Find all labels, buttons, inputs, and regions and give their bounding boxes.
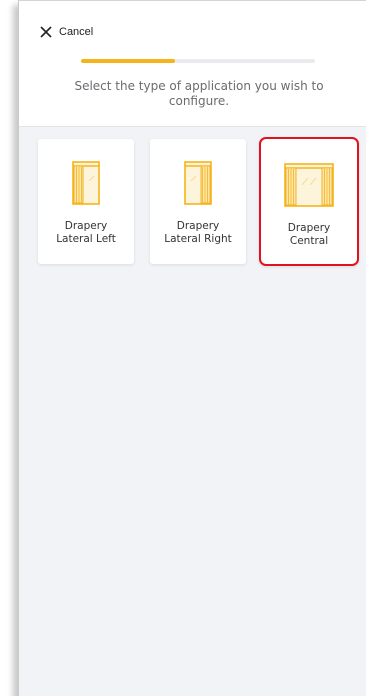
app-screen: Cancel Select the type of application yo…: [18, 0, 366, 696]
cancel-button[interactable]: Cancel: [40, 26, 93, 38]
option-drapery-central[interactable]: Drapery Central: [259, 137, 359, 266]
drapery-lateral-right-icon: [184, 161, 212, 205]
progress-fill: [81, 59, 175, 63]
option-label: Drapery Lateral Left: [56, 220, 116, 245]
option-drapery-lateral-left[interactable]: Drapery Lateral Left: [38, 139, 134, 264]
drapery-central-icon: [284, 163, 334, 207]
option-label: Drapery Central: [287, 222, 331, 247]
option-label: Drapery Lateral Right: [164, 220, 232, 245]
progress-bar: [81, 59, 315, 63]
drapery-lateral-left-icon: [72, 161, 100, 205]
option-drapery-lateral-right[interactable]: Drapery Lateral Right: [150, 139, 246, 264]
cancel-label: Cancel: [59, 26, 94, 38]
wizard-header: Cancel Select the type of application yo…: [19, 1, 366, 127]
instruction-text: Select the type of application you wish …: [74, 79, 324, 108]
close-icon: [40, 26, 52, 38]
